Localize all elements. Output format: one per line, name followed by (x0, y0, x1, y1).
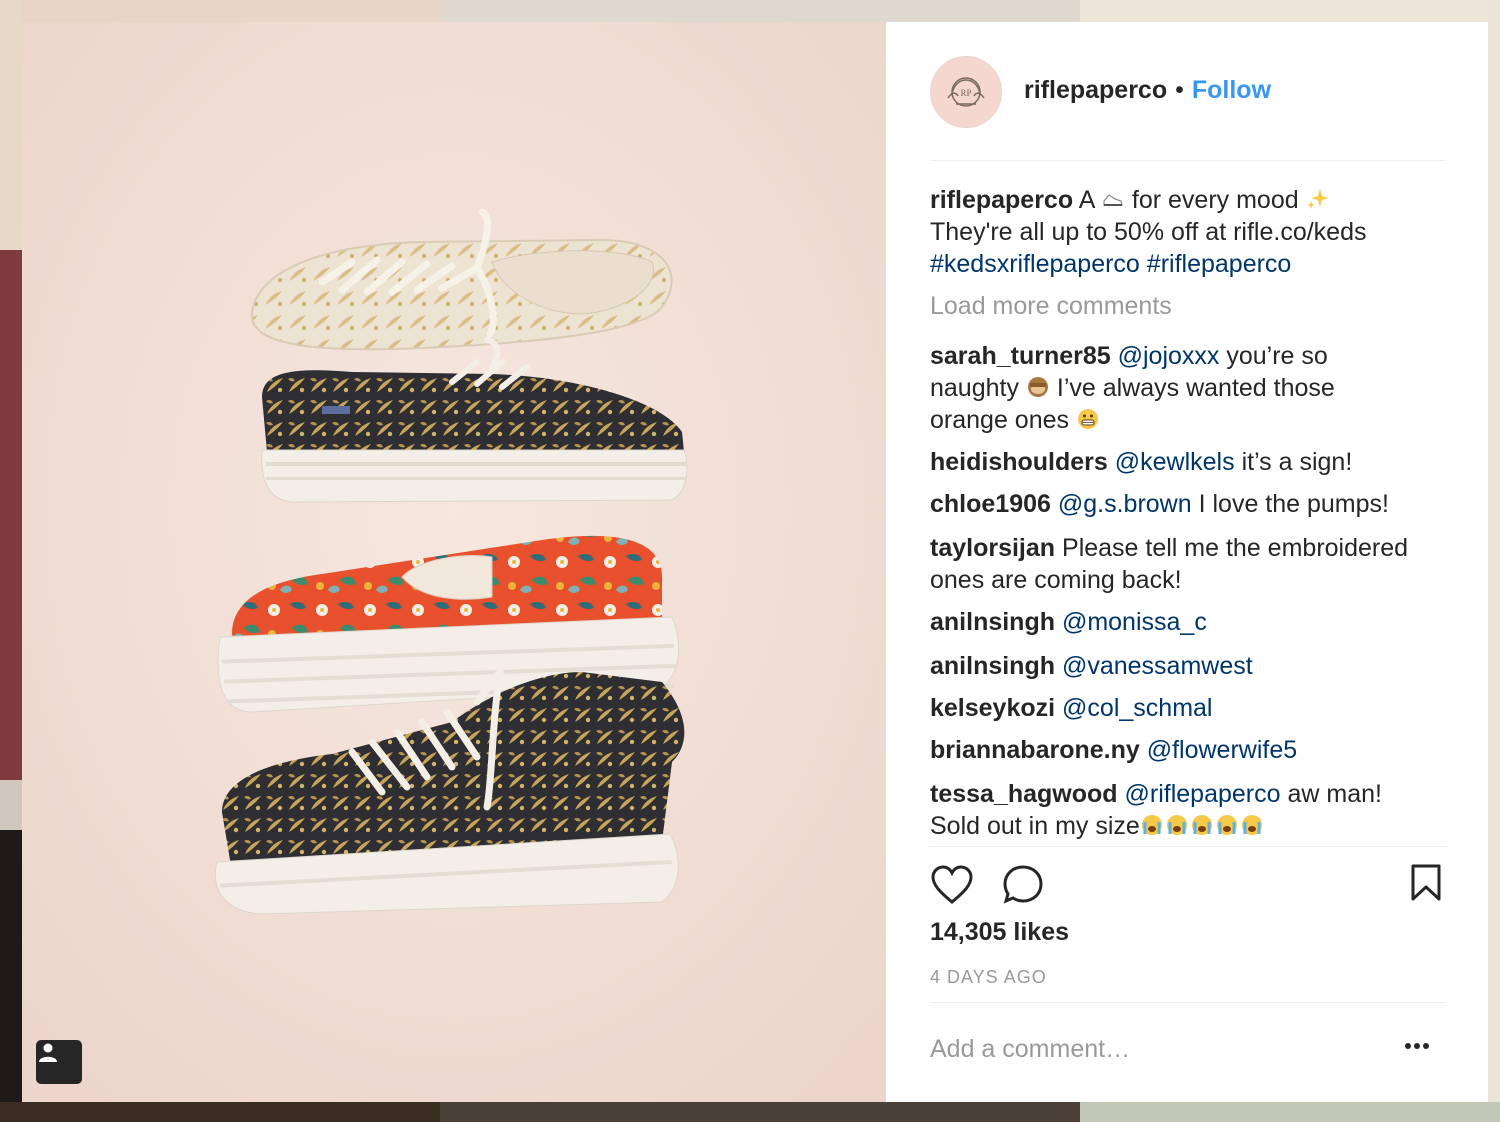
comment-username[interactable]: briannabarone.ny (930, 736, 1140, 764)
comment-mention[interactable]: @kewlkels (1115, 448, 1235, 476)
avatar[interactable]: RP (930, 56, 1002, 128)
comment-mention[interactable]: @g.s.brown (1058, 490, 1192, 518)
comment-username[interactable]: tessa_hagwood (930, 780, 1118, 808)
comment-item: tessa_hagwood @riflepaperco aw man! Sold… (930, 778, 1450, 842)
comment-mention[interactable]: @jojoxxx (1118, 342, 1220, 370)
post-sidebar: RP riflepaperco • Follow riflepaperco A … (886, 22, 1488, 1102)
caption: riflepaperco A for every mood They're al… (930, 184, 1450, 280)
comment-username[interactable]: kelseykozi (930, 694, 1055, 722)
load-more-comments-link[interactable]: Load more comments (930, 292, 1172, 321)
divider (930, 846, 1446, 847)
more-options-icon[interactable] (1404, 1042, 1430, 1050)
comment-item: anilnsingh @vanessamwest (930, 650, 1450, 682)
comment-item: briannabarone.ny @flowerwife5 (930, 734, 1450, 766)
svg-text:RP: RP (960, 88, 971, 98)
separator-dot: • (1175, 76, 1184, 104)
hashtag-link[interactable]: #kedsxriflepaperco (930, 250, 1140, 278)
see-no-evil-monkey-emoji (1027, 377, 1048, 397)
comment-username[interactable]: taylorsijan (930, 534, 1055, 562)
comment-item: taylorsijan Please tell me the embroider… (930, 532, 1450, 596)
sneaker-emoji (1103, 194, 1123, 206)
bookmark-icon[interactable] (1410, 864, 1442, 902)
caption-text: A (1078, 186, 1094, 214)
post-modal: RP riflepaperco • Follow riflepaperco A … (22, 22, 1488, 1102)
comment-item: anilnsingh @monissa_c (930, 606, 1450, 638)
add-comment-input[interactable]: Add a comment… (930, 1035, 1130, 1064)
comment-text: Please tell me the embroidered (1062, 534, 1409, 562)
comment-text: I’ve always wanted those (1056, 374, 1335, 402)
tag-people-icon (39, 1043, 57, 1062)
caption-username[interactable]: riflepaperco (930, 186, 1073, 214)
comment-username[interactable]: sarah_turner85 (930, 342, 1111, 370)
comment-item: kelseykozi @col_schmal (930, 692, 1450, 724)
post-header: RP riflepaperco • Follow (930, 56, 1446, 161)
comment-item: sarah_turner85 @jojoxxx you’re so naught… (930, 340, 1450, 436)
comment-mention[interactable]: @riflepaperco (1125, 780, 1281, 808)
comment-mention[interactable]: @flowerwife5 (1147, 736, 1297, 764)
comment-mention[interactable]: @col_schmal (1062, 694, 1212, 722)
divider (930, 1002, 1446, 1003)
heart-icon[interactable] (930, 864, 974, 906)
comment-text: it’s a sign! (1241, 448, 1353, 476)
comment-text: orange ones (930, 406, 1070, 434)
comment-username[interactable]: anilnsingh (930, 652, 1055, 680)
comment-username[interactable]: heidishoulders (930, 448, 1108, 476)
sparkles-emoji (1306, 189, 1329, 209)
hashtag-link[interactable]: #riflepaperco (1147, 250, 1292, 278)
tag-people-button[interactable] (36, 1040, 82, 1084)
rifle-paper-logo-icon: RP (947, 77, 985, 107)
comment-icon[interactable] (1002, 864, 1044, 906)
comment-item: chloe1906 @g.s.brown I love the pumps! (930, 488, 1450, 520)
action-bar (930, 864, 1446, 908)
post-date: 4 DAYS AGO (930, 967, 1047, 987)
comment-text: naughty (930, 374, 1019, 402)
likes-count[interactable]: 14,305 likes (930, 918, 1069, 947)
caption-text-b: for every mood (1131, 186, 1299, 214)
comment-mention[interactable]: @vanessamwest (1062, 652, 1253, 680)
comment-username[interactable]: anilnsingh (930, 608, 1055, 636)
sneakers-image (22, 22, 886, 1102)
comment-text: ones are coming back! (930, 566, 1182, 594)
caption-line2: They're all up to 50% off at rifle.co/ke… (930, 218, 1367, 246)
comment-text: I love the pumps! (1198, 490, 1389, 518)
comment-text: Sold out in my size (930, 812, 1140, 840)
comment-mention[interactable]: @monissa_c (1062, 608, 1207, 636)
comment-item: heidishoulders @kewlkels it’s a sign! (930, 446, 1450, 478)
comment-username[interactable]: chloe1906 (930, 490, 1051, 518)
comment-text: aw man! (1287, 780, 1382, 808)
post-photo (22, 22, 886, 1102)
comment-text: you’re so (1226, 342, 1328, 370)
grimacing-emoji (1077, 409, 1098, 429)
crying-face-emoji (1141, 815, 1262, 835)
post-username[interactable]: riflepaperco (1024, 76, 1167, 105)
follow-button[interactable]: Follow (1192, 76, 1271, 105)
